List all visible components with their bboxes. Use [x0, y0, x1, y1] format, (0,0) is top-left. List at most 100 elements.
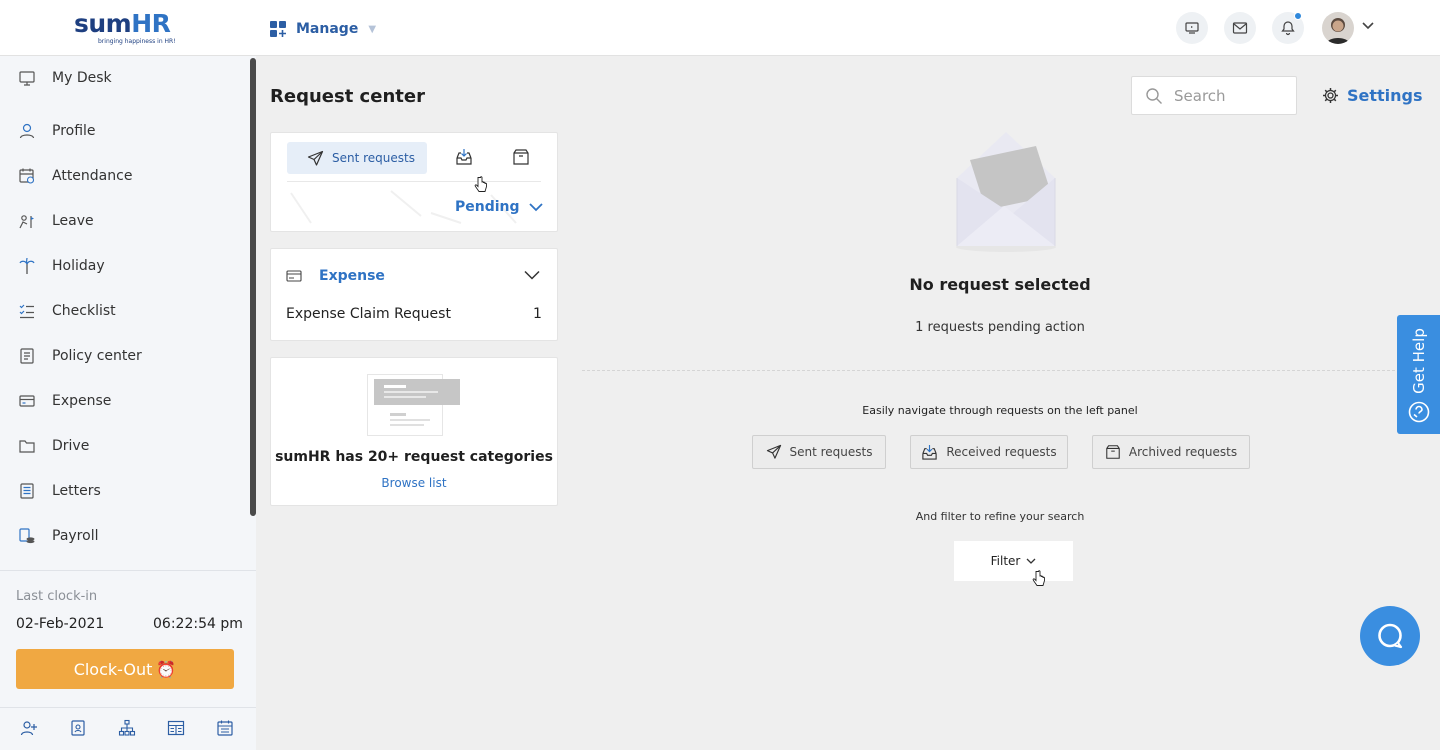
sidebar-item-label: Holiday [52, 258, 105, 274]
categories-card: sumHR has 20+ request categories Browse … [270, 357, 558, 506]
sidebar-item-letters[interactable]: Letters [18, 482, 101, 500]
sidebar-item-payroll[interactable]: Payroll [18, 527, 98, 545]
status-label: Pending [455, 199, 520, 215]
request-tabs-card: Sent requests Pending [270, 132, 558, 232]
calendar-icon[interactable] [216, 719, 234, 737]
clock-out-button[interactable]: Clock-Out ⏰ [16, 649, 234, 689]
envelope-illustration [956, 132, 1056, 252]
settings-label: Settings [1347, 86, 1423, 105]
expense-group-title[interactable]: Expense [319, 268, 385, 284]
pending-count-text: 1 requests pending action [915, 320, 1085, 335]
request-count: 1 [533, 306, 542, 322]
palm-tree-icon [19, 257, 35, 274]
expense-group-card: Expense Expense Claim Request 1 [270, 248, 558, 341]
request-type-row[interactable]: Expense Claim Request [286, 306, 451, 322]
sidebar-item-drive[interactable]: Drive [18, 437, 89, 455]
filter-hint: And filter to refine your search [915, 510, 1085, 523]
browse-list-link[interactable]: Browse list [271, 476, 557, 490]
inbox-download-icon [456, 149, 472, 165]
last-clock-in-label: Last clock-in [16, 589, 98, 604]
get-help-tab[interactable]: Get Help [1397, 315, 1440, 434]
sidebar-item-checklist[interactable]: Checklist [18, 302, 116, 320]
help-circle-icon [1408, 401, 1430, 423]
add-user-icon[interactable] [20, 719, 38, 737]
tab-sent-requests[interactable]: Sent requests [287, 142, 427, 174]
tab-archived-requests[interactable] [512, 148, 530, 166]
chat-bubble-icon [1378, 623, 1403, 649]
sidebar-item-policy-center[interactable]: Policy center [18, 347, 142, 365]
sidebar-item-my-desk[interactable]: My Desk [18, 69, 112, 87]
sidebar-item-holiday[interactable]: Holiday [18, 257, 105, 275]
archived-requests-button[interactable]: Archived requests [1092, 435, 1250, 469]
sidebar-item-label: My Desk [52, 70, 112, 86]
navigation-hint: Easily navigate through requests on the … [862, 404, 1138, 417]
directory-icon[interactable] [167, 719, 185, 737]
tab-received-requests[interactable] [455, 148, 473, 166]
avatar[interactable] [1322, 12, 1354, 44]
screen-icon[interactable] [1176, 12, 1208, 44]
sent-requests-button[interactable]: Sent requests [752, 435, 886, 469]
monitor-icon [19, 71, 35, 86]
divider [582, 370, 1420, 371]
calendar-clock-icon [19, 168, 35, 184]
archive-box-icon [1106, 445, 1120, 459]
empty-state-title: No request selected [909, 275, 1091, 294]
archive-box-icon [513, 149, 529, 165]
manage-menu[interactable]: Manage ▼ [269, 20, 376, 38]
mail-icon[interactable] [1224, 12, 1256, 44]
caret-down-icon: ▼ [368, 23, 377, 35]
alarm-clock-icon: ⏰ [156, 659, 177, 679]
categories-illustration [367, 374, 460, 436]
paper-plane-icon [307, 150, 324, 166]
sumhr-logo[interactable]: sumHR bringing happiness in HR! [74, 10, 176, 46]
checklist-icon [19, 304, 34, 319]
chevron-down-icon[interactable] [1361, 20, 1375, 30]
clock-in-time: 06:22:54 pm [153, 616, 243, 632]
gear-icon [1323, 88, 1338, 103]
credit-card-icon [19, 395, 35, 407]
hand-cursor-icon [474, 176, 487, 192]
divider [0, 570, 256, 571]
clock-out-label: Clock-Out [73, 659, 153, 679]
search-box[interactable] [1131, 76, 1297, 115]
folder-icon [19, 440, 35, 453]
sidebar-item-label: Leave [52, 213, 94, 229]
sidebar-item-profile[interactable]: Profile [18, 122, 96, 140]
credit-card-icon [286, 269, 302, 283]
sidebar-item-label: Payroll [52, 528, 99, 544]
filter-label: Filter [990, 554, 1021, 568]
grid-plus-icon [270, 21, 286, 37]
hand-cursor-icon [1032, 570, 1045, 586]
sidebar-item-label: Letters [52, 483, 101, 499]
filter-dropdown[interactable]: Filter [954, 541, 1073, 581]
divider [0, 707, 256, 708]
divider [287, 181, 541, 182]
notification-dot [1294, 12, 1302, 20]
search-input[interactable] [1174, 86, 1292, 106]
status-dropdown[interactable]: Pending [455, 199, 544, 215]
sidebar-scrollbar[interactable] [250, 58, 256, 516]
sidebar-item-expense[interactable]: Expense [18, 392, 111, 410]
button-label: Sent requests [789, 445, 873, 459]
chevron-down-icon[interactable] [524, 270, 540, 280]
letters-icon [20, 483, 34, 499]
manage-label: Manage [296, 21, 359, 37]
search-icon [1146, 88, 1162, 104]
categories-title: sumHR has 20+ request categories [275, 449, 553, 465]
org-chart-icon[interactable] [118, 719, 136, 737]
sidebar-item-label: Policy center [52, 348, 142, 364]
sidebar-item-label: Expense [52, 393, 112, 409]
received-requests-button[interactable]: Received requests [910, 435, 1068, 469]
sidebar-item-attendance[interactable]: Attendance [18, 167, 132, 185]
leave-icon [19, 215, 34, 229]
sidebar-item-label: Profile [52, 123, 96, 139]
sidebar-item-label: Drive [52, 438, 90, 454]
document-user-icon[interactable] [69, 719, 87, 737]
page-title: Request center [270, 86, 425, 107]
chat-support-button[interactable] [1360, 606, 1420, 666]
settings-button[interactable]: Settings [1322, 86, 1423, 105]
sidebar-item-label: Attendance [52, 168, 133, 184]
tab-label: Sent requests [332, 151, 415, 165]
sidebar-item-leave[interactable]: Leave [18, 212, 94, 230]
bell-icon[interactable] [1272, 12, 1304, 44]
